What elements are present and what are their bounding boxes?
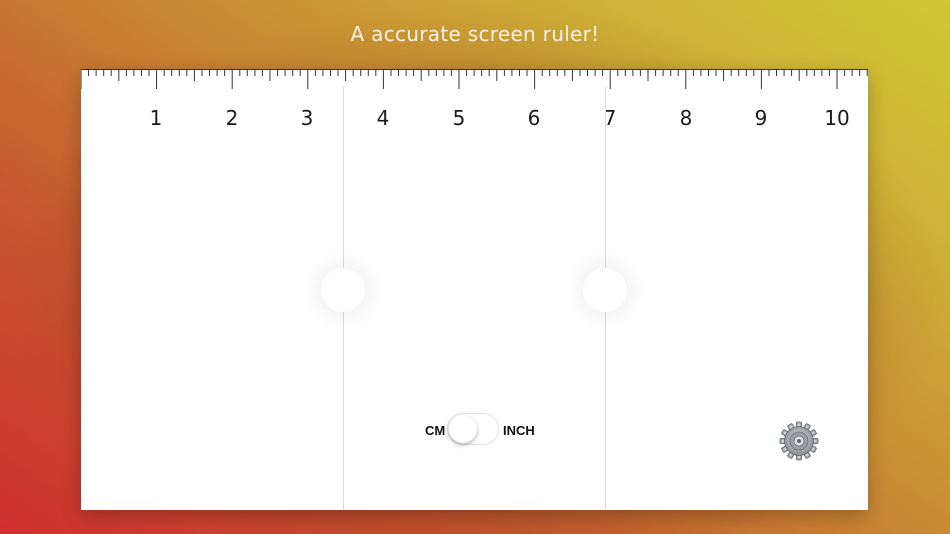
ruler-number-9: 9 [754, 106, 768, 130]
ruler-number-10: 10 [824, 106, 850, 130]
unit-label-inch: INCH [503, 423, 535, 438]
ruler-number-2: 2 [225, 106, 239, 130]
ruler-number-3: 3 [300, 106, 314, 130]
ruler-number-8: 8 [679, 106, 693, 130]
ruler-number-4: 4 [376, 106, 390, 130]
unit-label-cm: CM [425, 423, 446, 438]
ruler-number-1: 1 [149, 106, 163, 130]
ruler-surface: 1 2 3 4 5 6 7 8 9 10 CM INCH [81, 69, 868, 510]
ruler-ticks [81, 69, 868, 89]
gear-icon[interactable] [777, 419, 821, 463]
app-tagline: A accurate screen ruler! [350, 22, 600, 46]
ruler-number-5: 5 [452, 106, 466, 130]
unit-toggle-knob[interactable] [449, 415, 477, 443]
left-drag-handle[interactable] [321, 268, 365, 312]
ruler-number-6: 6 [527, 106, 541, 130]
right-drag-handle[interactable] [583, 268, 627, 312]
unit-toggle[interactable] [447, 413, 499, 445]
